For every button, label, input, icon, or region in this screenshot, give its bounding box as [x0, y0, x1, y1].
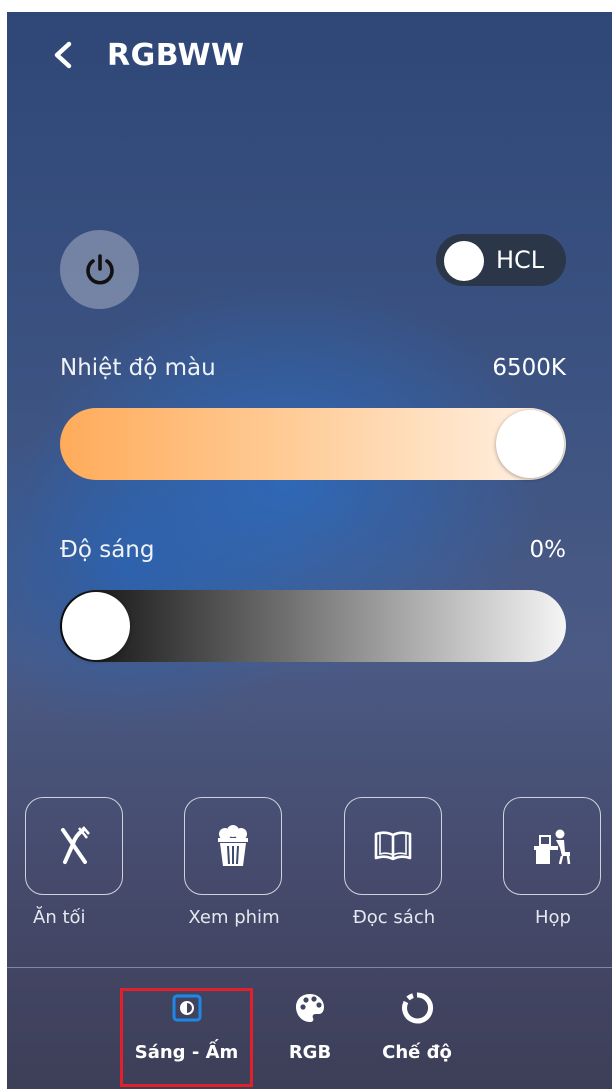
palette-icon: [296, 994, 324, 1022]
hcl-toggle[interactable]: HCL: [436, 234, 566, 286]
tab-label: Sáng - Ấm: [134, 1042, 239, 1063]
warm-light-icon: [172, 994, 201, 1022]
scene-label: Xem phim: [188, 907, 280, 928]
color-temperature-value: 6500K: [492, 355, 566, 381]
scene-label: Đọc sách: [352, 907, 436, 928]
fork-knife-icon: [61, 826, 90, 864]
brightness-slider[interactable]: [60, 590, 566, 662]
toggle-knob: [444, 241, 484, 281]
tab-label: Chế độ: [382, 1042, 452, 1063]
scene-label: Ăn tối: [33, 907, 86, 928]
tab-label: RGB: [288, 1042, 332, 1063]
chevron-left-icon[interactable]: [51, 40, 77, 70]
tab-rgb[interactable]: RGB: [279, 990, 341, 1063]
color-temperature-label: Nhiệt độ màu: [60, 355, 216, 381]
book-icon: [374, 831, 412, 861]
page-title: RGBWW: [107, 38, 245, 73]
scene-doc-sach[interactable]: Đọc sách: [344, 797, 444, 928]
bottom-tab-bar: Sáng - Ấm RGB Chế độ: [7, 968, 612, 1089]
brightness-value: 0%: [529, 537, 567, 563]
tab-che-do[interactable]: Chế độ: [375, 990, 459, 1063]
brightness-label: Độ sáng: [60, 537, 155, 563]
scene-label: Họp: [535, 907, 571, 928]
scene-list: Ăn tối Xem phim Đọc sách Họp: [7, 797, 612, 947]
scene-xem-phim[interactable]: Xem phim: [184, 797, 284, 928]
power-button[interactable]: [60, 230, 139, 309]
ring-icon: [402, 992, 434, 1024]
color-temperature-slider[interactable]: [60, 408, 566, 480]
desk-person-icon: [534, 829, 571, 865]
tab-sang-am[interactable]: Sáng - Ấm: [130, 990, 243, 1063]
app-screen: RGBWW HCL Nhiệt độ màu 6500K Độ sáng 0%: [7, 12, 612, 1089]
color-temperature-slider-handle[interactable]: [496, 410, 564, 478]
hcl-label: HCL: [496, 246, 545, 274]
popcorn-icon: [218, 825, 248, 866]
header: RGBWW: [7, 12, 612, 100]
scene-hop[interactable]: Họp: [503, 797, 603, 928]
scene-an-toi[interactable]: Ăn tối: [25, 797, 125, 928]
brightness-slider-handle[interactable]: [62, 592, 130, 660]
power-icon: [85, 253, 114, 284]
